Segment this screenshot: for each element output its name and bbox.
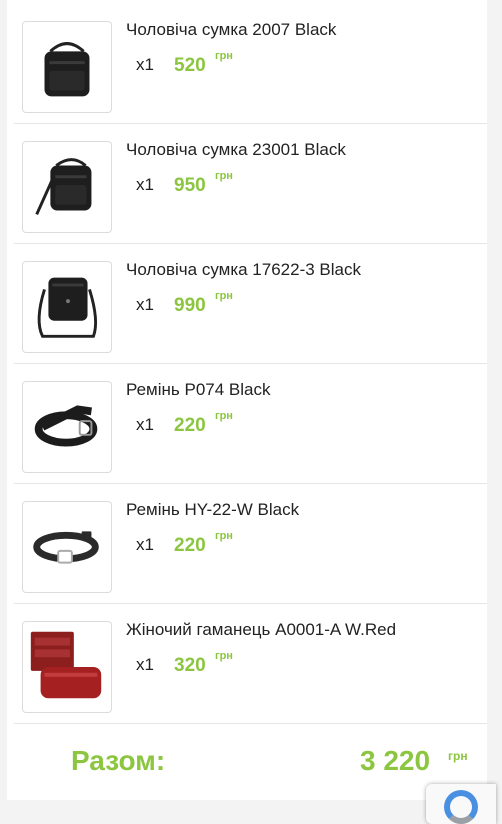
product-thumbnail[interactable]	[22, 141, 112, 233]
recaptcha-badge[interactable]	[426, 784, 496, 824]
product-quantity: x1	[136, 535, 154, 554]
product-price: 950	[174, 175, 206, 196]
price-currency: грн	[215, 50, 233, 62]
product-price: 220	[174, 535, 206, 556]
belt-icon	[33, 531, 99, 564]
product-thumbnail[interactable]	[22, 621, 112, 713]
price-currency: грн	[215, 290, 233, 302]
product-thumbnail[interactable]	[22, 501, 112, 593]
product-price: 520	[174, 55, 206, 76]
product-quantity: x1	[136, 415, 154, 434]
cart-item: Ремінь HY-22-W Black x1 220 грн	[14, 483, 487, 604]
product-name[interactable]: Жіночий гаманець A0001-A W.Red	[126, 620, 396, 640]
cart-item: Чоловіча сумка 23001 Black x1 950 грн	[14, 123, 487, 244]
product-thumbnail[interactable]	[22, 261, 112, 353]
belt-icon	[34, 405, 98, 447]
price-currency: грн	[215, 170, 233, 182]
product-quantity: x1	[136, 55, 154, 74]
price-currency: грн	[215, 650, 233, 662]
product-name[interactable]: Чоловіча сумка 17622-3 Black	[126, 260, 361, 280]
product-price: 220	[174, 415, 206, 436]
recaptcha-icon	[444, 790, 478, 824]
product-thumbnail[interactable]	[22, 21, 112, 113]
shoulder-bag-icon	[37, 277, 98, 338]
product-name[interactable]: Ремінь P074 Black	[126, 380, 270, 400]
price-currency: грн	[215, 530, 233, 542]
total-value: 3 220	[360, 745, 431, 776]
cart-item: Чоловіча сумка 17622-3 Black x1 990 грн	[14, 243, 487, 364]
cart-item: Ремінь P074 Black x1 220 грн	[14, 363, 487, 484]
product-price: 990	[174, 295, 206, 316]
cart-item: Жіночий гаманець A0001-A W.Red x1 320 гр…	[14, 603, 487, 724]
messenger-bag-icon	[44, 42, 90, 97]
product-quantity: x1	[136, 655, 154, 674]
cart-panel: Чоловіча сумка 2007 Black x1 520 грн Чол…	[7, 0, 487, 800]
product-name[interactable]: Чоловіча сумка 23001 Black	[126, 140, 346, 160]
product-thumbnail[interactable]	[22, 381, 112, 473]
product-quantity: x1	[136, 295, 154, 314]
product-quantity: x1	[136, 175, 154, 194]
crossbody-bag-icon	[35, 158, 92, 215]
wallet-icon	[30, 631, 102, 699]
product-name[interactable]: Ремінь HY-22-W Black	[126, 500, 299, 520]
price-currency: грн	[215, 410, 233, 422]
product-name[interactable]: Чоловіча сумка 2007 Black	[126, 20, 336, 40]
total-label: Разом:	[71, 745, 166, 776]
product-price: 320	[174, 655, 206, 676]
cart-item: Чоловіча сумка 2007 Black x1 520 грн	[14, 3, 487, 124]
total-currency: грн	[448, 749, 468, 763]
